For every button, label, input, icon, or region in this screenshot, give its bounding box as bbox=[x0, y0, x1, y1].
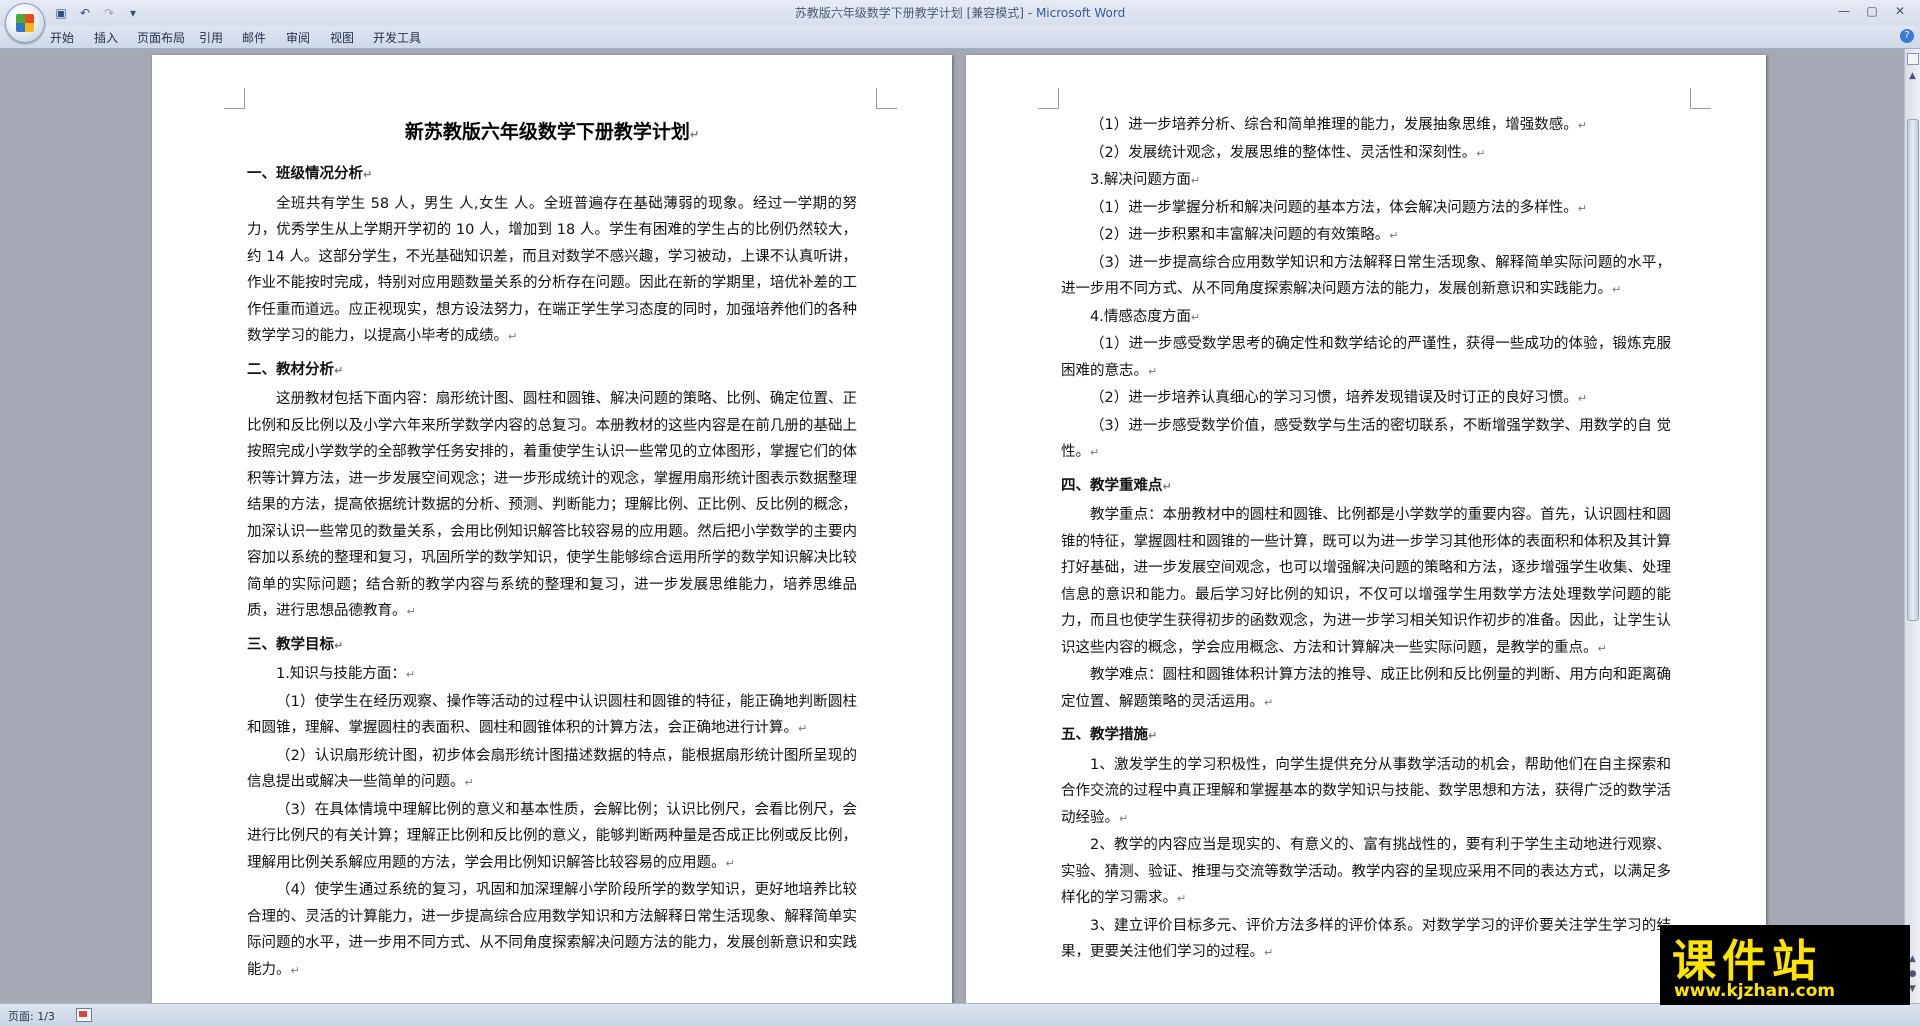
tab-view[interactable]: 视图 bbox=[330, 29, 354, 46]
paragraph: （1）进一步感受数学思考的确定性和数学结论的严谨性，获得一些成功的体验，锻炼克服… bbox=[1061, 336, 1671, 379]
paragraph: 全班共有学生 58 人，男生 人,女生 人。全班普遍存在基础薄弱的现象。经过一学… bbox=[247, 195, 857, 345]
paragraph: 2、教学的内容应当是现实的、有意义的、富有挑战性的，要有利于学生主动地进行观察、… bbox=[1061, 837, 1671, 906]
watermark-url: www.kjzhan.com bbox=[1674, 981, 1836, 1001]
paragraph-mark: ↵ bbox=[689, 128, 700, 141]
tab-insert[interactable]: 插入 bbox=[94, 29, 118, 46]
paragraph: 教学难点：圆柱和圆锥体积计算方法的推导、成正比例和反比例量的判断、用方向和距离确… bbox=[1061, 667, 1671, 710]
ruler-toggle-icon[interactable] bbox=[1907, 53, 1919, 65]
paragraph: （1）进一步培养分析、综合和简单推理的能力，发展抽象思维，增强数感。↵ bbox=[1090, 117, 1587, 133]
margin-corner-mark bbox=[1690, 88, 1711, 109]
tab-page-layout[interactable]: 页面布局 bbox=[137, 29, 185, 46]
paragraph-mark: ↵ bbox=[1148, 729, 1158, 742]
section-heading: 五、教学措施↵ bbox=[1061, 727, 1158, 743]
paragraph-mark: ↵ bbox=[1177, 892, 1187, 905]
section-heading: 三、教学目标↵ bbox=[247, 636, 344, 653]
site-watermark: 课件站 www.kjzhan.com bbox=[1660, 925, 1910, 1005]
document-page-2[interactable]: （1）进一步培养分析、综合和简单推理的能力，发展抽象思维，增强数感。↵ （2）发展… bbox=[966, 55, 1766, 1003]
paragraph-mark: ↵ bbox=[1476, 146, 1486, 160]
margin-corner-mark bbox=[876, 88, 897, 109]
paragraph-mark: ↵ bbox=[1264, 695, 1274, 709]
application-name: Microsoft Word bbox=[1035, 6, 1126, 20]
paragraph: （2）认识扇形统计图，初步体会扇形统计图描述数据的特点，能根据扇形统计图所呈现的… bbox=[247, 747, 857, 791]
paragraph-mark: ↵ bbox=[406, 605, 416, 618]
paragraph-mark: ↵ bbox=[334, 363, 344, 377]
office-logo-icon bbox=[16, 14, 34, 32]
tab-home[interactable]: 开始 bbox=[50, 29, 74, 46]
close-icon[interactable]: ✕ bbox=[1886, 2, 1914, 20]
paragraph: 1.知识与技能方面：↵ bbox=[276, 666, 416, 682]
paragraph: （1）使学生在经历观察、操作等活动的过程中认识圆柱和圆锥的特征，能正确地判断圆柱… bbox=[247, 693, 857, 737]
scroll-up-icon[interactable]: ▲ bbox=[1907, 71, 1918, 82]
paragraph-mark: ↵ bbox=[1119, 811, 1129, 825]
tab-references[interactable]: 引用 bbox=[199, 29, 223, 46]
paragraph: （2）进一步积累和丰富解决问题的有效策略。↵ bbox=[1090, 227, 1399, 243]
page-content: 一、班级情况分析↵ 全班共有学生 58 人，男生 人,女生 人。全班普遍存在基础薄… bbox=[247, 155, 857, 984]
tab-developer[interactable]: 开发工具 bbox=[373, 29, 421, 46]
watermark-text: 课件站 bbox=[1672, 936, 1822, 987]
office-button[interactable] bbox=[5, 3, 45, 43]
paragraph-mark: ↵ bbox=[1264, 946, 1274, 959]
paragraph-mark: ↵ bbox=[1190, 310, 1201, 324]
title-separator: - bbox=[1023, 6, 1036, 20]
tab-review[interactable]: 审阅 bbox=[286, 29, 310, 46]
window-controls: — ▢ ✕ bbox=[1830, 2, 1914, 20]
help-icon[interactable]: ? bbox=[1900, 29, 1914, 43]
window-title: 苏教版六年级数学下册教学计划 [兼容模式] - Microsoft Word bbox=[0, 4, 1920, 21]
paragraph-mark: ↵ bbox=[1612, 283, 1622, 296]
section-heading: 四、教学重难点↵ bbox=[1061, 477, 1172, 494]
paragraph: 教学重点：本册教材中的圆柱和圆锥、比例都是小学数学的重要内容。首先，认识圆柱和圆… bbox=[1061, 507, 1671, 656]
paragraph-mark: ↵ bbox=[1389, 229, 1399, 242]
page-count[interactable]: 页面: 1/3 bbox=[8, 1008, 55, 1024]
title-bar: ▣ ↶ ↷ ▾ 苏教版六年级数学下册教学计划 [兼容模式] - Microsof… bbox=[0, 0, 1920, 43]
paragraph: （1）进一步掌握分析和解决问题的基本方法，体会解决问题方法的多样性。↵ bbox=[1090, 199, 1587, 216]
document-page-1[interactable]: 新苏教版六年级数学下册教学计划↵ 一、班级情况分析↵ 全班共有学生 58 人，男生… bbox=[152, 55, 952, 1003]
paragraph: 这册教材包括下面内容：扇形统计图、圆柱和圆锥、解决问题的策略、比例、确定位置、正… bbox=[247, 391, 857, 619]
minimize-icon[interactable]: — bbox=[1830, 2, 1858, 20]
section-heading: 一、班级情况分析↵ bbox=[247, 166, 373, 182]
scrollbar-thumb[interactable] bbox=[1907, 119, 1919, 621]
paragraph-mark: ↵ bbox=[1577, 392, 1587, 405]
section-heading: 二、教材分析↵ bbox=[247, 361, 344, 378]
margin-corner-mark bbox=[224, 88, 245, 109]
paragraph: 1、激发学生的学习积极性，向学生提供充分从事数学活动的机会，帮助他们在自主探索和… bbox=[1061, 756, 1671, 826]
paragraph-mark: ↵ bbox=[405, 668, 416, 681]
paragraph-mark: ↵ bbox=[1577, 119, 1587, 132]
paragraph-mark: ↵ bbox=[334, 638, 344, 652]
paragraph-mark: ↵ bbox=[725, 856, 735, 870]
paragraph: （3）进一步提高综合应用数学知识和方法解释日常生活现象、解释简单实际问题的水平，… bbox=[1061, 254, 1671, 298]
paragraph: （2）进一步培养认真细心的学习习惯，培养发现错误及时订正的良好习惯。↵ bbox=[1090, 390, 1587, 406]
vertical-scrollbar[interactable]: ▲ ▲ ● ▼ bbox=[1904, 49, 1920, 1003]
paragraph-mark: ↵ bbox=[363, 168, 373, 181]
paragraph-mark: ↵ bbox=[1162, 479, 1172, 493]
macro-recording-icon[interactable] bbox=[76, 1008, 92, 1022]
document-name: 苏教版六年级数学下册教学计划 [兼容模式] bbox=[794, 6, 1024, 20]
paragraph: （3）进一步感受数学价值，感受数学与生活的密切联系，不断增强学数学、用数学的自 … bbox=[1061, 417, 1671, 461]
tab-mailings[interactable]: 邮件 bbox=[242, 29, 266, 46]
document-workspace: 新苏教版六年级数学下册教学计划↵ 一、班级情况分析↵ 全班共有学生 58 人，男生… bbox=[0, 49, 1905, 1003]
paragraph-mark: ↵ bbox=[508, 330, 518, 343]
ribbon-tabs: 开始 插入 页面布局 引用 邮件 审阅 视图 开发工具 ? bbox=[0, 26, 1920, 49]
margin-corner-mark bbox=[1038, 88, 1059, 109]
paragraph-mark: ↵ bbox=[1090, 446, 1100, 459]
maximize-icon[interactable]: ▢ bbox=[1858, 2, 1886, 20]
paragraph: （2）发展统计观念，发展思维的整体性、灵活性和深刻性。↵ bbox=[1090, 144, 1486, 161]
paragraph-mark: ↵ bbox=[1148, 364, 1158, 378]
page-content: （1）进一步培养分析、综合和简单推理的能力，发展抽象思维，增强数感。↵ （2）发展… bbox=[1061, 112, 1671, 967]
paragraph-mark: ↵ bbox=[1597, 641, 1607, 655]
paragraph-mark: ↵ bbox=[1577, 201, 1587, 215]
paragraph: （3）在具体情境中理解比例的意义和基本性质，会解比例；认识比例尺，会看比例尺，会… bbox=[247, 801, 857, 871]
status-bar: 页面: 1/3 bbox=[0, 1003, 1920, 1026]
paragraph: 3、建立评价目标多元、评价方法多样的评价体系。对数学学习的评价要关注学生学习的结… bbox=[1061, 917, 1671, 961]
paragraph-mark: ↵ bbox=[464, 776, 474, 789]
paragraph-mark: ↵ bbox=[798, 722, 808, 735]
paragraph: （4）使学生通过系统的复习，巩固和加深理解小学阶段所学的数学知识，更好地培养比较… bbox=[247, 882, 857, 978]
paragraph-mark: ↵ bbox=[290, 963, 300, 977]
paragraph: 4.情感态度方面↵ bbox=[1090, 308, 1201, 325]
paragraph: 3.解决问题方面↵ bbox=[1090, 172, 1201, 188]
document-title: 新苏教版六年级数学下册教学计划↵ bbox=[404, 121, 700, 143]
paragraph-mark: ↵ bbox=[1190, 174, 1201, 187]
